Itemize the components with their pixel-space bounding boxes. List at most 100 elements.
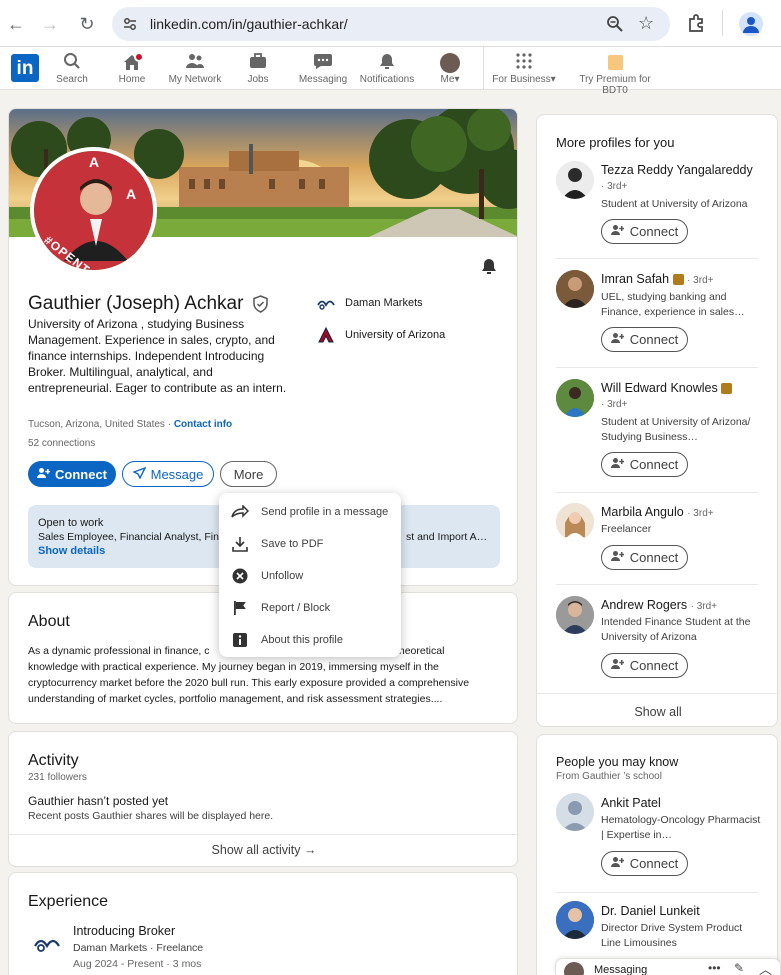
profile-name: Gauthier (Joseph) Achkar — [28, 293, 244, 314]
nav-me[interactable]: Me▾ — [434, 47, 466, 90]
org-university-of-arizona[interactable]: University of Arizona — [345, 329, 445, 341]
person-name[interactable]: Dr. Daniel Lunkeit — [601, 904, 700, 918]
person-connect-button[interactable]: Connect — [601, 219, 688, 244]
person-name-text[interactable]: Will Edward Knowles — [601, 381, 718, 395]
org-daman-markets[interactable]: Daman Markets — [345, 297, 423, 309]
connect-label: Connect — [629, 224, 679, 239]
site-settings-icon[interactable] — [122, 16, 138, 32]
activity-card: Activity 231 followers Gauthier hasn’t p… — [8, 731, 519, 867]
about-line-3: cryptocurrency market before the 2020 bu… — [28, 677, 470, 689]
person-avatar[interactable] — [556, 596, 594, 634]
browser-profile-icon[interactable] — [739, 12, 763, 36]
person-desc: Director Drive System Product Line Limou… — [601, 922, 743, 949]
more-button[interactable]: More — [220, 461, 277, 487]
person-avatar[interactable] — [556, 503, 594, 541]
linkedin-logo[interactable]: in — [11, 54, 39, 82]
university-arizona-logo[interactable] — [317, 326, 335, 346]
person-name-text[interactable]: Imran Safah — [601, 272, 669, 286]
connections-count[interactable]: 52 connections — [28, 438, 95, 449]
person-name[interactable]: Ankit Patel — [601, 796, 661, 810]
connect-label: Connect — [629, 550, 679, 565]
person-avatar[interactable] — [556, 379, 594, 417]
url-text[interactable]: linkedin.com/in/gauthier-achkar/ — [150, 16, 348, 32]
experience-company-logo[interactable] — [33, 933, 61, 956]
nav-divider — [483, 47, 484, 90]
show-all-activity-link[interactable]: Show all activity → — [9, 843, 519, 857]
person-name-text[interactable]: Andrew Rogers — [601, 598, 687, 612]
add-person-icon — [610, 856, 625, 871]
chevron-up-icon[interactable]: ︿ — [759, 959, 772, 975]
person-degree: · 3rd+ — [601, 181, 628, 192]
extensions-icon[interactable] — [686, 13, 706, 36]
nav-jobs[interactable]: Jobs — [240, 47, 276, 90]
menu-unfollow[interactable]: Unfollow — [219, 560, 401, 592]
compose-icon[interactable]: ✎ — [734, 961, 744, 975]
nav-messaging[interactable]: Messaging — [298, 47, 348, 90]
profile-divider — [556, 492, 758, 493]
person-name-text[interactable]: Marbila Angulo — [601, 505, 684, 519]
person-avatar[interactable] — [556, 161, 594, 199]
person-avatar[interactable] — [556, 270, 594, 308]
person-connect-button[interactable]: Connect — [601, 545, 688, 570]
verified-shield-icon[interactable] — [252, 295, 269, 316]
person-degree: · 3rd+ — [601, 399, 628, 410]
person-connect-button[interactable]: Connect — [601, 851, 688, 876]
person-degree: · 3rd+ — [690, 601, 718, 612]
notify-bell-icon[interactable] — [480, 257, 498, 278]
more-dropdown-menu: Send profile in a message Save to PDF Un… — [219, 493, 401, 657]
nav-label: Jobs — [247, 74, 269, 85]
menu-report-block[interactable]: Report / Block — [219, 592, 401, 624]
person-connect-button[interactable]: Connect — [601, 327, 688, 352]
zoom-icon[interactable] — [606, 15, 624, 36]
nav-label: Try Premium for BDT0 — [579, 74, 651, 96]
contact-info-link[interactable]: Contact info — [174, 419, 232, 430]
people-icon — [166, 52, 224, 74]
pymk-card: People you may know From Gauthier ’s sch… — [536, 734, 778, 975]
person-avatar[interactable] — [556, 901, 594, 939]
daman-markets-logo[interactable] — [317, 296, 335, 313]
notification-dot — [134, 52, 144, 62]
show-details-link[interactable]: Show details — [38, 545, 105, 557]
person-name[interactable]: Tezza Reddy Yangalareddy — [601, 163, 753, 177]
nav-try-premium[interactable]: Try Premium for BDT0 — [566, 47, 664, 96]
more-dots-icon[interactable]: ••• — [708, 961, 721, 975]
menu-send-profile[interactable]: Send profile in a message — [219, 496, 401, 528]
nav-label: Search — [56, 74, 88, 85]
profile-location: Tucson, Arizona, United States · Contact… — [28, 419, 233, 430]
caret-down-icon: ▾ — [550, 74, 556, 85]
search-icon — [52, 52, 92, 74]
address-bar[interactable]: linkedin.com/in/gauthier-achkar/ ☆ — [112, 7, 670, 41]
show-all-profiles-link[interactable]: Show all — [537, 705, 779, 719]
followers-count: 231 followers — [28, 772, 87, 783]
person-avatar[interactable] — [556, 793, 594, 831]
profile-headline: University of Arizona , studying Busines… — [28, 317, 287, 395]
nav-search[interactable]: Search — [52, 47, 92, 90]
connect-label: Connect — [55, 466, 107, 482]
person-connect-button[interactable]: Connect — [601, 653, 688, 678]
nav-label: Me — [440, 74, 455, 85]
person-connect-button[interactable]: Connect — [601, 452, 688, 477]
flag-icon — [219, 600, 261, 616]
reload-icon[interactable]: ↻ — [75, 12, 99, 36]
nav-for-business[interactable]: For Business▾ — [491, 47, 557, 90]
messaging-bar[interactable]: Messaging ••• ✎ ︿ — [555, 958, 781, 975]
about-line-2: knowledge with practical experience. My … — [28, 659, 469, 675]
briefcase-icon — [240, 52, 276, 74]
connect-label: Connect — [629, 457, 679, 472]
nav-my-network[interactable]: My Network — [166, 47, 224, 90]
person-desc: Student at University of Arizona — [601, 198, 748, 210]
back-arrow-icon[interactable]: ← — [4, 12, 28, 36]
nav-home[interactable]: Home — [112, 47, 152, 90]
connect-button[interactable]: Connect — [28, 461, 116, 487]
profile-photo[interactable]: A A #OPENTOWORK — [30, 147, 157, 274]
bell-icon — [358, 52, 416, 74]
more-profiles-card: More profiles for you Tezza Reddy Yangal… — [536, 114, 779, 727]
menu-save-pdf[interactable]: Save to PDF — [219, 528, 401, 560]
menu-about-profile[interactable]: About this profile — [219, 624, 401, 656]
bookmark-star-icon[interactable]: ☆ — [638, 13, 654, 34]
nav-notifications[interactable]: Notifications — [358, 47, 416, 90]
experience-role[interactable]: Introducing Broker — [73, 924, 175, 938]
forward-arrow-icon[interactable]: → — [38, 12, 62, 36]
experience-card: Experience Introducing Broker Daman Mark… — [8, 872, 518, 975]
message-button[interactable]: Message — [122, 461, 214, 487]
